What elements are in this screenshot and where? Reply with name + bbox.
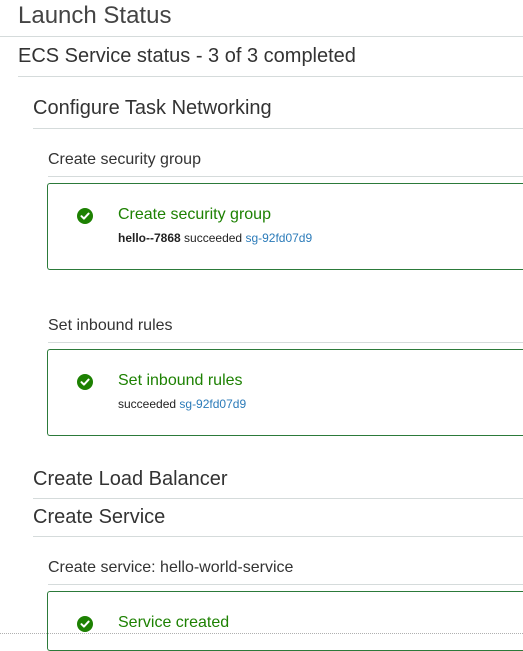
- section-divider-load-balancer: [33, 498, 523, 499]
- subtitle-divider: [18, 76, 523, 77]
- bottom-edge-divider: [0, 633, 523, 635]
- section-title-load-balancer: Create Load Balancer: [33, 468, 228, 490]
- group-divider-inbound-rules: [48, 342, 523, 343]
- page-title: Launch Status: [18, 2, 172, 29]
- section-divider-service: [33, 536, 523, 537]
- status-title-security-group: Create security group: [118, 206, 271, 223]
- section-title-service: Create Service: [33, 506, 166, 528]
- check-circle-icon: [77, 616, 93, 632]
- status-text: succeeded: [118, 397, 177, 411]
- check-circle-icon: [77, 374, 93, 390]
- status-title-service: Service created: [118, 614, 230, 631]
- security-group-link[interactable]: sg-92fd07d9: [245, 231, 312, 245]
- group-divider-security-group: [48, 176, 523, 177]
- status-title-inbound-rules: Set inbound rules: [118, 372, 243, 389]
- group-label-security-group: Create security group: [48, 151, 201, 168]
- section-title-networking: Configure Task Networking: [33, 97, 272, 119]
- section-divider-networking: [33, 128, 523, 129]
- check-circle-icon: [77, 208, 93, 224]
- group-divider-service: [48, 584, 523, 585]
- status-card-security-group: Create security group hello--7868 succee…: [47, 183, 523, 270]
- status-card-inbound-rules: Set inbound rules succeeded sg-92fd07d9: [47, 349, 523, 436]
- security-group-link[interactable]: sg-92fd07d9: [179, 397, 246, 411]
- header-divider: [0, 36, 523, 37]
- status-detail-security-group: hello--7868 succeeded sg-92fd07d9: [118, 231, 312, 245]
- resource-name: hello--7868: [118, 231, 181, 245]
- group-label-service: Create service: hello-world-service: [48, 559, 294, 576]
- service-status-summary: ECS Service status - 3 of 3 completed: [18, 45, 356, 67]
- status-detail-inbound-rules: succeeded sg-92fd07d9: [118, 397, 246, 411]
- status-text: succeeded: [184, 231, 243, 245]
- group-label-inbound-rules: Set inbound rules: [48, 317, 173, 334]
- status-card-service: Service created: [47, 591, 523, 651]
